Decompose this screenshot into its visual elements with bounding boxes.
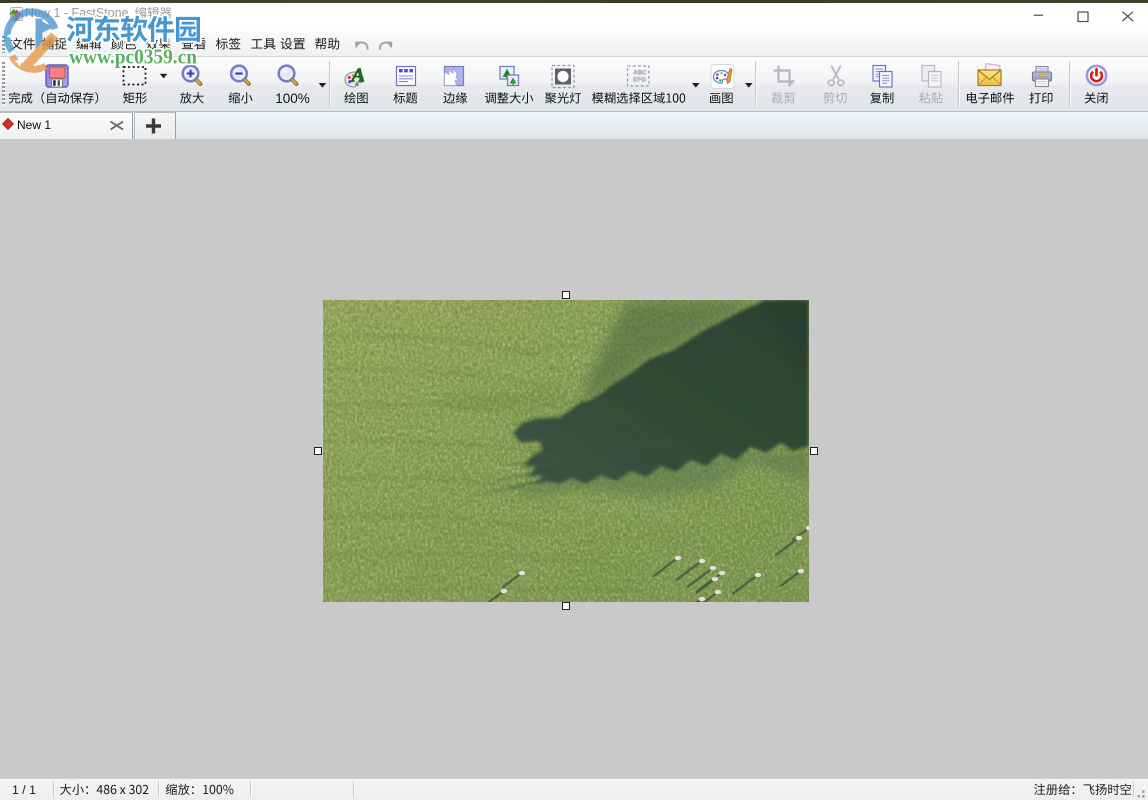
svg-text:ABC: ABC — [633, 70, 647, 77]
svg-text:100%: 100% — [275, 91, 310, 106]
svg-text:EFG: EFG — [633, 77, 646, 84]
svg-text:A: A — [350, 65, 365, 87]
svg-text:1 / 1: 1 / 1 — [12, 783, 36, 797]
svg-text:www.pc0359.cn: www.pc0359.cn — [69, 45, 197, 69]
